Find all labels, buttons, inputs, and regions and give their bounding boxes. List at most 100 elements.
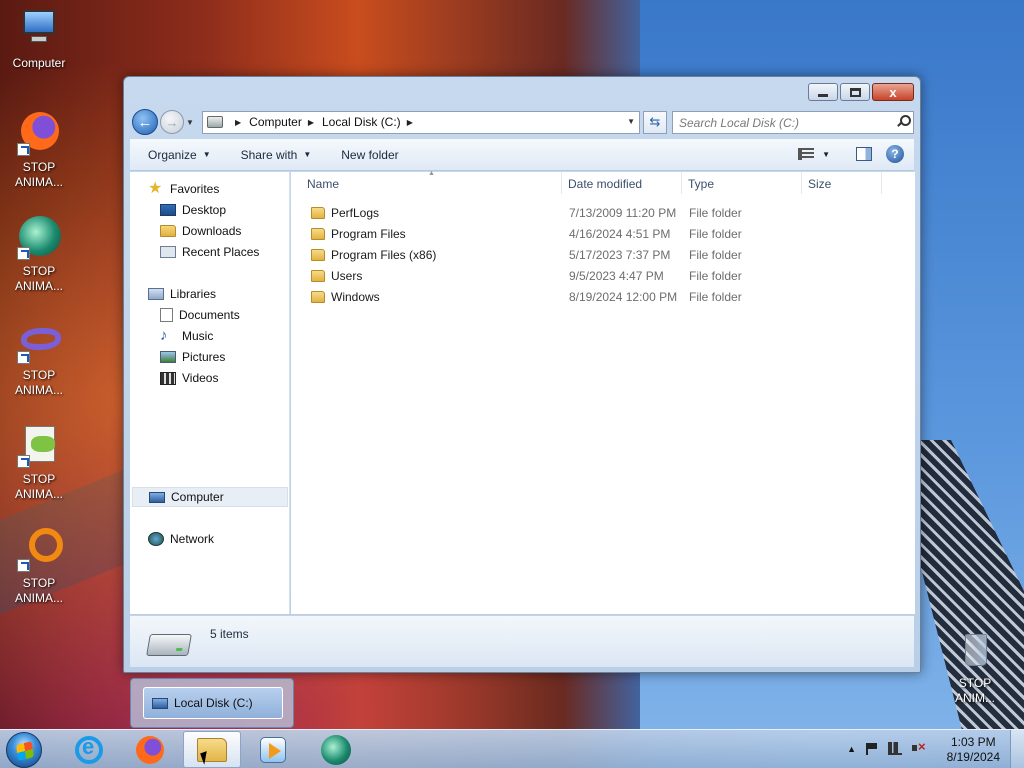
nav-network[interactable]: Network	[148, 529, 214, 549]
table-row[interactable]: Users 9/5/2023 4:47 PM File folder	[291, 265, 915, 286]
new-folder-button[interactable]: New folder	[341, 148, 398, 162]
clock[interactable]: 1:03 PM 8/19/2024	[947, 735, 1000, 765]
new-folder-label: New folder	[341, 147, 399, 162]
show-hidden-icons-button[interactable]: ▲	[847, 744, 856, 754]
search-icon[interactable]	[897, 114, 911, 127]
file-type: File folder	[689, 248, 742, 262]
recycle-bin-icon	[953, 632, 997, 672]
firefox-icon	[17, 112, 61, 156]
nav-downloads[interactable]: Downloads	[160, 221, 241, 241]
column-divider[interactable]	[881, 172, 882, 194]
column-divider[interactable]	[561, 172, 562, 194]
folder-icon	[311, 270, 325, 282]
column-date-modified[interactable]: Date modified	[568, 177, 642, 191]
desktop-icon-label: STOP ANIMA...	[14, 576, 63, 605]
taskbar-media-player[interactable]	[244, 731, 302, 768]
taskbar-mint-app[interactable]	[307, 731, 365, 768]
network-status-icon[interactable]	[888, 742, 902, 755]
nav-label: Libraries	[170, 287, 217, 301]
arrow-right-icon: →	[165, 114, 179, 130]
help-icon[interactable]: ?	[886, 145, 904, 163]
minimize-button[interactable]	[808, 83, 838, 101]
address-row: ← → ▼ ▶ Computer ▶ Local Disk (C:) ▶ ▼ ⇆…	[132, 109, 914, 135]
nav-label: Documents	[179, 308, 240, 322]
desktop-icon-visual-studio[interactable]: STOP ANIMA...	[2, 320, 76, 398]
file-type: File folder	[689, 227, 742, 241]
shortcut-arrow-icon	[17, 559, 30, 572]
desktop-icon	[160, 204, 176, 216]
command-bar: Organize ▼ Share with ▼ New folder ▼ ?	[130, 139, 914, 171]
desktop-icon-orange-ring[interactable]: STOP ANIMA...	[2, 528, 76, 606]
organize-button[interactable]: Organize ▼	[148, 148, 211, 162]
column-size[interactable]: Size	[808, 177, 831, 191]
nav-recent-places[interactable]: Recent Places	[160, 242, 259, 262]
breadcrumb-chevron-icon[interactable]: ▶	[308, 118, 314, 127]
file-name: Program Files	[331, 227, 406, 241]
show-desktop-button[interactable]	[1010, 730, 1024, 768]
change-view-button[interactable]: ▼	[798, 148, 830, 160]
desktop-icon-recycle-bin[interactable]: STOP ANIM...	[938, 632, 1012, 706]
breadcrumb-computer[interactable]: Computer	[249, 115, 302, 129]
table-row[interactable]: Program Files (x86) 5/17/2023 7:37 PM Fi…	[291, 244, 915, 265]
preview-pane-icon[interactable]	[856, 147, 872, 161]
sort-ascending-icon: ▲	[428, 170, 435, 177]
close-button[interactable]: x	[872, 83, 914, 101]
maximize-button[interactable]	[840, 83, 870, 101]
videos-icon	[160, 371, 176, 385]
taskbar-file-explorer[interactable]	[183, 731, 241, 768]
column-name[interactable]: Name	[307, 177, 339, 191]
desktop-icon-mint-app[interactable]: STOP ANIMA...	[2, 216, 76, 294]
share-with-button[interactable]: Share with ▼	[241, 148, 312, 162]
refresh-button[interactable]: ⇆	[643, 110, 667, 134]
recent-pages-button[interactable]: ▼	[186, 118, 196, 127]
taskbar-preview-item[interactable]: Local Disk (C:)	[143, 687, 283, 719]
window-controls: x	[808, 83, 914, 101]
search-input[interactable]: Search Local Disk (C:)	[672, 110, 914, 134]
file-type: File folder	[689, 269, 742, 283]
column-type[interactable]: Type	[688, 177, 714, 191]
network-icon	[148, 532, 164, 546]
table-row[interactable]: Program Files 4/16/2024 4:51 PM File fol…	[291, 223, 915, 244]
firefox-icon	[136, 735, 164, 764]
nav-pictures[interactable]: Pictures	[160, 347, 225, 367]
nav-music[interactable]: ♪ Music	[160, 326, 213, 346]
desktop-icon-notepad-plus-plus[interactable]: STOP ANIMA...	[2, 424, 76, 502]
column-divider[interactable]	[801, 172, 802, 194]
nav-videos[interactable]: Videos	[160, 368, 218, 388]
back-button[interactable]: ←	[132, 109, 158, 135]
desktop-icon-label: STOP ANIMA...	[14, 264, 63, 293]
taskbar-firefox[interactable]	[121, 731, 179, 768]
forward-button[interactable]: →	[160, 110, 184, 134]
file-date: 7/13/2009 11:20 PM	[569, 206, 677, 220]
address-dropdown-icon[interactable]: ▼	[627, 117, 635, 126]
mint-app-icon	[321, 734, 351, 765]
nav-documents[interactable]: Documents	[160, 305, 240, 325]
file-date: 5/17/2023 7:37 PM	[569, 248, 671, 262]
breadcrumb-chevron-icon[interactable]: ▶	[235, 118, 241, 127]
desktop-icon-computer[interactable]: Computer	[2, 8, 76, 71]
start-button[interactable]	[6, 732, 42, 768]
nav-favorites[interactable]: ★ Favorites	[148, 179, 219, 199]
orange-ring-icon	[17, 528, 63, 572]
nav-computer[interactable]: Computer	[132, 487, 288, 507]
nav-desktop[interactable]: Desktop	[160, 200, 226, 220]
breadcrumb-local-disk[interactable]: Local Disk (C:)	[322, 115, 401, 129]
table-row[interactable]: Windows 8/19/2024 12:00 PM File folder	[291, 286, 915, 307]
nav-libraries[interactable]: Libraries	[148, 284, 216, 304]
organize-label: Organize	[148, 147, 197, 162]
pictures-icon	[160, 351, 176, 363]
table-row[interactable]: PerfLogs 7/13/2009 11:20 PM File folder	[291, 202, 915, 223]
command-bar-right: ▼ ?	[798, 145, 904, 163]
volume-muted-icon[interactable]	[912, 739, 926, 755]
column-header: ▲ Name Date modified Type Size	[291, 170, 915, 196]
explorer-window: x ← → ▼ ▶ Computer ▶ Local Disk (C:) ▶ ▼…	[123, 76, 921, 673]
visual-studio-icon	[17, 320, 61, 364]
breadcrumb-chevron-icon[interactable]: ▶	[407, 118, 413, 127]
taskbar-internet-explorer[interactable]	[60, 731, 118, 768]
desktop-icon-firefox[interactable]: STOP ANIMA...	[2, 112, 76, 190]
hard-drive-icon	[146, 634, 192, 656]
column-divider[interactable]	[681, 172, 682, 194]
action-center-flag-icon[interactable]	[866, 742, 878, 755]
address-bar[interactable]: ▶ Computer ▶ Local Disk (C:) ▶ ▼	[202, 110, 640, 134]
shortcut-arrow-icon	[17, 143, 30, 156]
